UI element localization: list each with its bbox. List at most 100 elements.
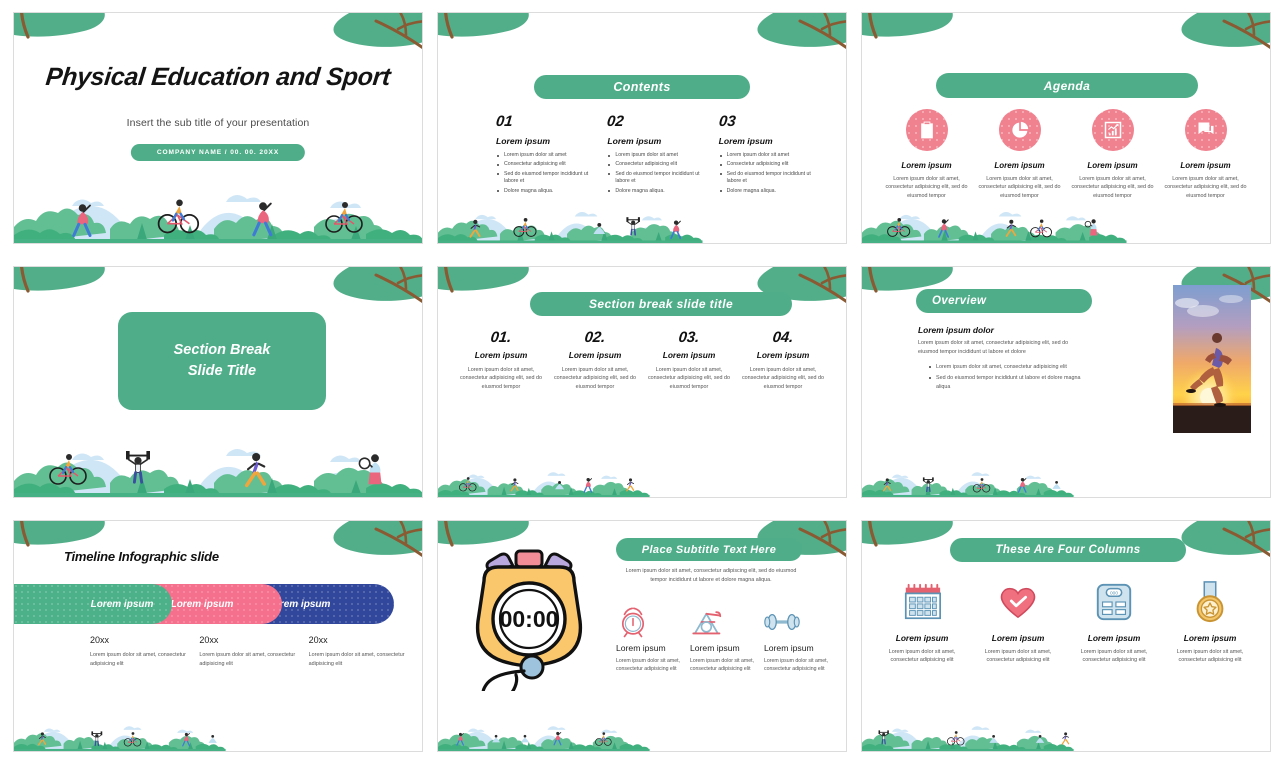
column-heading: Lorem ipsum	[901, 161, 952, 170]
leaf-branch-decoration-top-right	[1179, 13, 1270, 55]
column-number: 01	[495, 113, 514, 130]
stopwatch-column: Lorem ipsum Lorem ipsum dolor sit amet, …	[764, 601, 832, 674]
slide-contents[interactable]: Contents 01 Lorem ipsum Lorem ipsum dolo…	[437, 12, 847, 244]
column-heading: Lorem ipsum	[764, 643, 814, 653]
overview-subheading: Lorem ipsum dolor	[918, 325, 994, 335]
list-item: Consectetur adipisicing elit	[496, 161, 597, 169]
list-item: Sed do eiusmod tempor incididunt ut labo…	[496, 171, 597, 187]
column-heading: Lorem ipsum	[718, 136, 773, 146]
column-heading: Lorem ipsum	[690, 643, 740, 653]
heart-check-icon	[974, 579, 1062, 625]
column-heading: Lorem ipsum	[1087, 161, 1138, 170]
bottom-people-figures	[72, 198, 364, 237]
bottom-people-figures	[458, 476, 635, 493]
agenda-column: Lorem ipsum Lorem ipsum dolor sit amet, …	[977, 109, 1062, 200]
agenda-columns: Lorem ipsum Lorem ipsum dolor sit amet, …	[884, 109, 1248, 200]
column-heading: Lorem ipsum	[756, 350, 810, 360]
exercise-bike-icon	[690, 601, 758, 643]
timeline-cells: 20xx Lorem ipsum dolor sit amet, consect…	[90, 635, 406, 668]
list-item: Sed do eiusmod tempor incididunt ut labo…	[928, 374, 1088, 391]
list-item: Sed do eiusmod tempor incididunt ut labo…	[719, 171, 820, 187]
leaf-branch-decoration-top-left	[14, 267, 107, 293]
column-body: Lorem ipsum dolor sit amet, consectetur …	[764, 658, 829, 673]
column-bullet-list: Lorem ipsum dolor sit amet Consectetur a…	[607, 152, 708, 195]
column-heading: Lorem ipsum	[991, 633, 1045, 643]
slide-timeline-infographic[interactable]: Timeline Infographic slide Lorem ipsum L…	[13, 520, 423, 752]
bottom-illustration-band	[862, 726, 1074, 751]
four-column: Lorem ipsum Lorem ipsum dolor sit amet, …	[974, 579, 1062, 665]
four-column: 000 Lorem ipsum Lorem ipsum dolor sit am…	[1070, 579, 1158, 665]
agenda-column: Lorem ipsum Lorem ipsum dolor sit amet, …	[1163, 109, 1248, 200]
slide-deck: Physical Education and Sport Insert the …	[0, 0, 1280, 760]
bottom-people-figures	[883, 476, 1061, 493]
column-number: 03	[717, 113, 737, 130]
list-item: Lorem ipsum dolor sit amet	[496, 152, 597, 160]
slide-section-break-columns[interactable]: Section break slide title 01. Lorem ipsu…	[437, 266, 847, 498]
section-columns: 01. Lorem ipsum Lorem ipsum dolor sit am…	[458, 329, 826, 391]
slide-section-break[interactable]: Section Break Slide Title	[13, 266, 423, 498]
leaf-branch-decoration-top-left	[438, 267, 531, 293]
contents-column: 01 Lorem ipsum Lorem ipsum dolor sit ame…	[495, 113, 597, 197]
leaf-branch-decoration-top-left	[14, 13, 107, 39]
column-body: Lorem ipsum dolor sit amet, consectetur …	[984, 649, 1052, 664]
column-heading: Lorem ipsum	[1087, 633, 1141, 643]
timeline-heading: Timeline Infographic slide	[64, 549, 219, 564]
timeline-bar-1[interactable]: Lorem ipsum	[14, 584, 172, 624]
presentation-title: Physical Education and Sport	[44, 63, 392, 91]
overview-bullet-list: Lorem ipsum dolor sit amet, consectetur …	[928, 363, 1088, 394]
bottom-people-figures	[877, 729, 1070, 746]
column-heading: Lorem ipsum	[994, 161, 1045, 170]
bottom-illustration-band	[862, 212, 1127, 243]
stopwatch-time-display: 00:00	[500, 606, 559, 632]
bottom-people-figures	[48, 449, 383, 488]
alarm-clock-icon	[616, 601, 684, 643]
column-body: Lorem ipsum dolor sit amet, consectetur …	[1176, 649, 1244, 664]
leaf-branch-decoration-top-right	[331, 521, 422, 563]
leaf-branch-decoration-top-right	[755, 13, 846, 55]
section-columns-heading: Section break slide title	[530, 292, 792, 316]
list-item: Dolore magna aliqua.	[496, 188, 597, 196]
column-bullet-list: Lorem ipsum dolor sit amet Consectetur a…	[496, 152, 597, 195]
column-body: Lorem ipsum dolor sit amet, consectetur …	[741, 367, 825, 390]
agenda-column: Lorem ipsum Lorem ipsum dolor sit amet, …	[1070, 109, 1155, 200]
timeline-year: 20xx	[199, 635, 219, 645]
section-column: 01. Lorem ipsum Lorem ipsum dolor sit am…	[458, 329, 544, 391]
slide-stopwatch[interactable]: Place Subtitle Text Here Lorem ipsum dol…	[437, 520, 847, 752]
list-item: Consectetur adipisicing elit	[719, 161, 820, 169]
column-body: Lorem ipsum dolor sit amet, consectetur …	[459, 367, 543, 390]
column-body: Lorem ipsum dolor sit amet, consectetur …	[647, 367, 731, 390]
timeline-body: Lorem ipsum dolor sit amet, consectetur …	[199, 652, 296, 667]
column-body: Lorem ipsum dolor sit amet, consectetur …	[888, 649, 956, 664]
slide-overview[interactable]: Overview Lorem ipsum dolor Lorem ipsum d…	[861, 266, 1271, 498]
timeline-cell: 20xx Lorem ipsum dolor sit amet, consect…	[90, 635, 187, 668]
calendar-icon	[878, 579, 966, 625]
bottom-illustration-band	[862, 472, 1074, 497]
presentation-subtitle: Insert the sub title of your presentatio…	[126, 117, 310, 129]
bottom-people-figures	[456, 731, 612, 746]
list-item: Sed do eiusmod tempor incididunt ut labo…	[607, 171, 708, 187]
bottom-illustration-band	[14, 449, 422, 497]
list-item: Consectetur adipisicing elit	[607, 161, 708, 169]
contents-heading: Contents	[534, 75, 750, 99]
list-item: Lorem ipsum dolor sit amet, consectetur …	[928, 363, 1088, 371]
column-body: Lorem ipsum dolor sit amet, consectetur …	[1164, 176, 1247, 199]
leaf-branch-decoration-top-left	[438, 13, 531, 39]
leaf-branch-decoration-top-left	[862, 13, 955, 39]
slide-four-columns[interactable]: These Are Four Columns Lorem ipsum Lorem…	[861, 520, 1271, 752]
slide-title[interactable]: Physical Education and Sport Insert the …	[13, 12, 423, 244]
runner-at-sunset-photo	[1173, 285, 1251, 433]
four-columns: Lorem ipsum Lorem ipsum dolor sit amet, …	[878, 579, 1254, 665]
column-body: Lorem ipsum dolor sit amet, consectetur …	[978, 176, 1061, 199]
stopwatch-column: Lorem ipsum Lorem ipsum dolor sit amet, …	[616, 601, 684, 674]
leaf-branch-decoration-top-right	[331, 13, 422, 55]
timeline-year: 20xx	[90, 635, 110, 645]
column-number: 04.	[771, 329, 795, 346]
slide-agenda[interactable]: Agenda Lorem ipsum Lorem ipsum dolor sit…	[861, 12, 1271, 244]
bottom-people-figures	[469, 216, 682, 240]
section-break-line-2: Slide Title	[187, 363, 257, 379]
timeline-cell: 20xx Lorem ipsum dolor sit amet, consect…	[199, 635, 296, 668]
list-item: Lorem ipsum dolor sit amet	[719, 152, 820, 160]
overview-heading: Overview	[916, 289, 1092, 313]
agenda-heading: Agenda	[936, 73, 1198, 98]
clipboard-checklist-icon	[905, 109, 948, 151]
